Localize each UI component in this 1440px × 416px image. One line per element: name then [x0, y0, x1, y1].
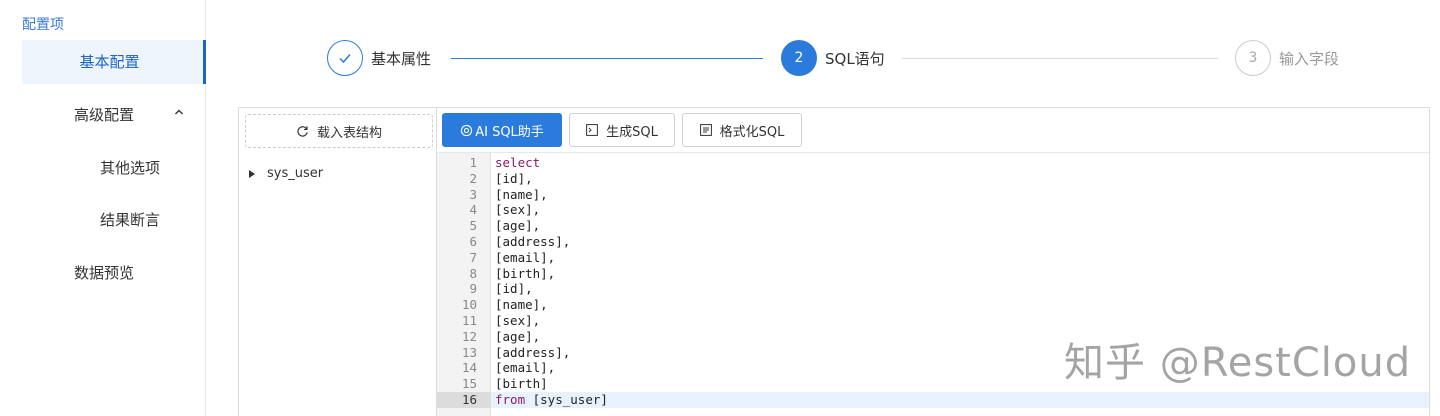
sidebar-item-other-options[interactable]: 其他选项 [100, 146, 200, 190]
line-code: [id], [495, 170, 533, 186]
watermark: 知乎 @RestCloud [1064, 340, 1412, 386]
line-code: [age], [495, 328, 541, 344]
line-code: [sex], [495, 313, 541, 328]
check-icon [339, 54, 351, 64]
refresh-icon [297, 125, 308, 137]
code-line[interactable]: 5 [age], [437, 218, 1429, 234]
format-button-label: 格式化SQL [719, 124, 785, 140]
line-code: [name], [495, 297, 548, 313]
code-line[interactable]: 9 [id], [437, 281, 1429, 297]
format-sql-button[interactable]: 格式化SQL [682, 113, 802, 147]
code-line[interactable]: 6 [address], [437, 234, 1429, 250]
line-number: 2 [469, 170, 477, 186]
line-number: 15 [461, 376, 477, 392]
line-code: [address], [495, 234, 571, 249]
line-number: 5 [469, 218, 477, 234]
line-code: from [sys_user] [495, 392, 608, 407]
line-number: 7 [469, 249, 477, 265]
step-1-label[interactable]: 基本属性 [371, 48, 431, 69]
line-code: [name], [495, 186, 548, 202]
code-line[interactable]: 4 [sex], [437, 202, 1429, 218]
line-code: [birth], [495, 265, 556, 281]
line-code: [sex], [495, 202, 541, 218]
table-structure-pane: 载入表结构 sys_user [239, 108, 437, 416]
line-number: 14 [461, 360, 477, 376]
step-1-circle[interactable] [327, 40, 363, 76]
ai-button-label: AI SQL助手 [475, 124, 544, 140]
line-code: [id], [495, 281, 533, 297]
line-number: 4 [469, 202, 477, 218]
code-line[interactable]: 1 select [437, 155, 1429, 171]
steps-bar: 基本属性 2 SQL语句 3 输入字段 [327, 40, 1367, 76]
code-line[interactable]: 10 [name], [437, 297, 1429, 313]
caret-right-icon[interactable] [249, 169, 255, 178]
line-code: [age], [495, 218, 541, 234]
step-3-label[interactable]: 输入字段 [1279, 48, 1339, 69]
step-2-circle[interactable]: 2 [781, 40, 817, 76]
code-line[interactable]: 11 [sex], [437, 313, 1429, 329]
step-connector-1 [451, 58, 763, 59]
sidebar-item-basic-config[interactable]: 基本配置 [22, 40, 206, 84]
line-code: [email], [495, 360, 556, 376]
line-number: 16 [461, 392, 477, 407]
line-number: 6 [469, 234, 477, 249]
sidebar: 配置项 基本配置 高级配置 其他选项 结果断言 数据预览 [0, 0, 206, 416]
generate-sql-button[interactable]: 生成SQL [569, 113, 675, 147]
sidebar-item-data-preview[interactable]: 数据预览 [74, 251, 194, 295]
line-number: 9 [469, 281, 477, 297]
sidebar-title: 配置项 [22, 17, 64, 33]
load-table-structure-button[interactable]: 载入表结构 [245, 114, 433, 148]
tree-node-sys-user[interactable]: sys_user [249, 166, 323, 181]
editor-toolbar: AI SQL助手 生成SQL 格式化SQL [437, 108, 1429, 153]
terminal-icon [586, 124, 599, 136]
line-code: [address], [495, 344, 571, 360]
step-connector-2 [902, 58, 1218, 59]
step-2-label[interactable]: SQL语句 [825, 48, 885, 69]
line-number: 10 [461, 297, 477, 313]
line-number: 11 [461, 313, 477, 328]
load-button-label: 载入表结构 [316, 125, 382, 141]
sidebar-item-result-assertion[interactable]: 结果断言 [100, 198, 200, 242]
format-icon [699, 124, 712, 136]
generate-button-label: 生成SQL [606, 124, 658, 140]
line-code: [email], [495, 249, 556, 265]
ai-sql-assistant-button[interactable]: AI SQL助手 [442, 113, 562, 147]
line-number: 13 [461, 344, 477, 360]
line-number: 1 [469, 155, 477, 170]
chevron-up-icon[interactable] [174, 107, 184, 117]
ai-sparkle-icon [461, 124, 473, 136]
line-number: 3 [469, 186, 477, 202]
line-number: 8 [469, 265, 477, 281]
code-line[interactable]: 16 from [sys_user] [437, 392, 1429, 408]
code-line[interactable]: 2 [id], [437, 171, 1429, 187]
line-number: 12 [461, 328, 477, 344]
tree-node-label: sys_user [267, 166, 324, 181]
code-line[interactable]: 8 [birth], [437, 266, 1429, 282]
code-line[interactable]: 7 [email], [437, 250, 1429, 266]
code-line[interactable]: 3 [name], [437, 187, 1429, 203]
line-code: [birth] [495, 376, 548, 392]
line-code: select [495, 155, 541, 170]
step-3-circle[interactable]: 3 [1235, 40, 1271, 76]
